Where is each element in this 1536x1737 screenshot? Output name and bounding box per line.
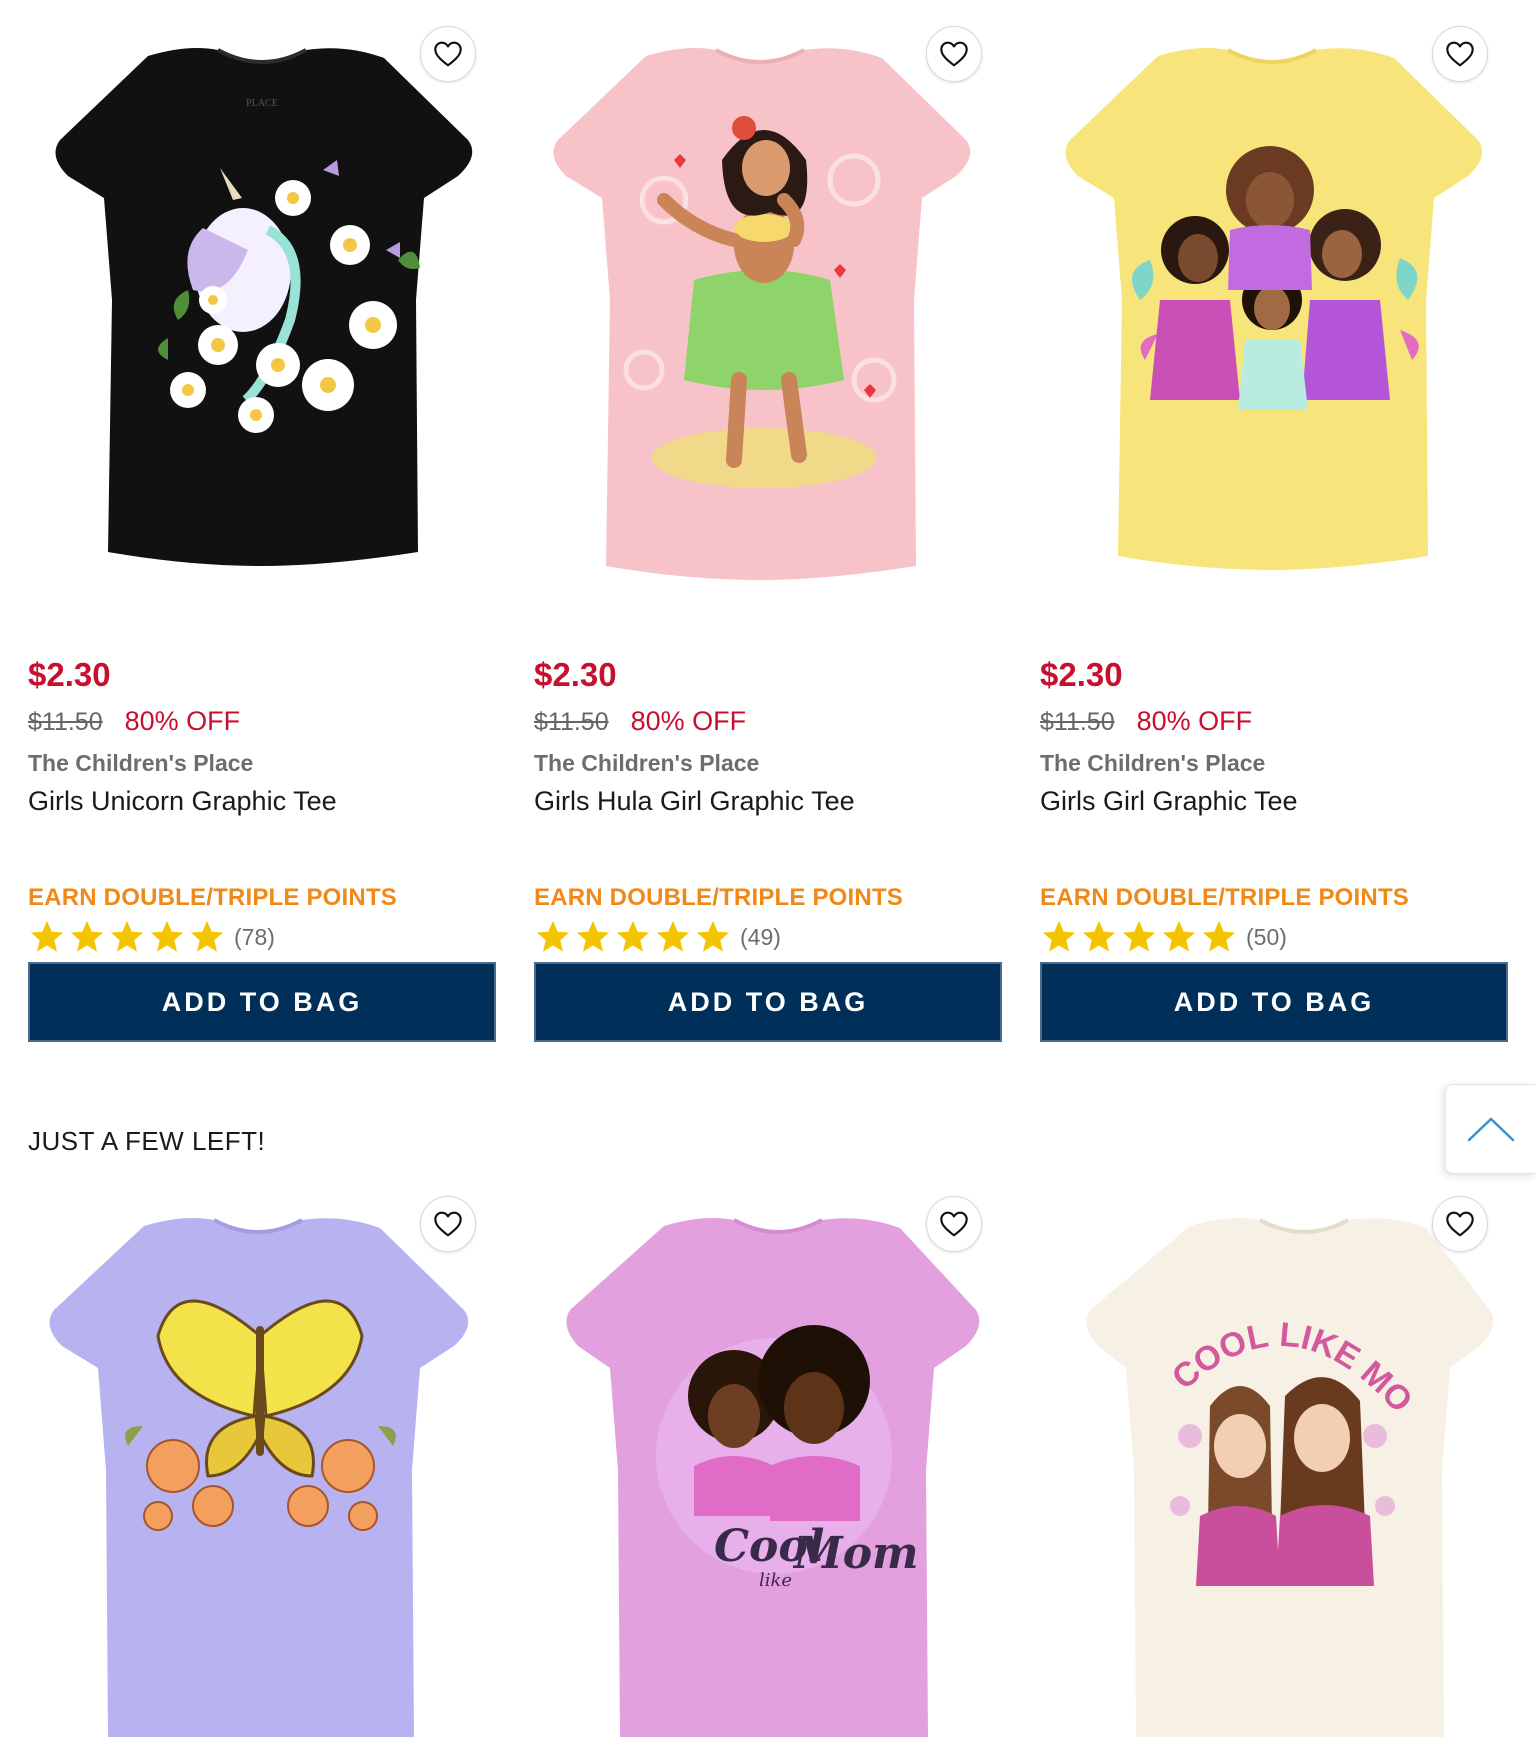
star-icon: [1200, 918, 1238, 956]
price-line: $11.50 80% OFF: [1040, 706, 1252, 737]
wishlist-button[interactable]: [926, 1196, 982, 1252]
star-icon: [188, 918, 226, 956]
original-price: $11.50: [1040, 708, 1115, 736]
star-icon: [1120, 918, 1158, 956]
wishlist-button[interactable]: [420, 1196, 476, 1252]
star-icon: [108, 918, 146, 956]
brand-name: The Children's Place: [28, 750, 254, 776]
product-card[interactable]: $2.30 $11.50 80% OFF The Children's Place…: [1040, 0, 1508, 1042]
star-icon: [654, 918, 692, 956]
price-line: $11.50 80% OFF: [534, 706, 746, 737]
review-count: (50): [1246, 923, 1287, 950]
product-card[interactable]: COOL LIKE MOM: [1040, 1176, 1508, 1737]
product-image[interactable]: COOL LIKE MOM: [1040, 1176, 1508, 1737]
print-text-like: like: [759, 1570, 792, 1591]
star-icon: [148, 918, 186, 956]
sale-price: $2.30: [28, 656, 111, 693]
section-heading: JUST A FEW LEFT!: [28, 1126, 266, 1156]
star-rating: [534, 918, 734, 956]
original-price: $11.50: [534, 708, 609, 736]
promo-text: EARN DOUBLE/TRIPLE POINTS: [534, 884, 904, 911]
heart-outline-icon: [432, 1208, 464, 1240]
girls-group-tee-image: [1065, 48, 1483, 570]
promo-text: EARN DOUBLE/TRIPLE POINTS: [28, 884, 398, 911]
star-icon: [694, 918, 732, 956]
chevron-up-icon: [1467, 1117, 1515, 1142]
heart-outline-icon: [1444, 38, 1476, 70]
product-image[interactable]: [28, 1176, 496, 1737]
discount-label: 80% OFF: [630, 706, 747, 736]
price-line: $11.50 80% OFF: [28, 706, 240, 737]
product-name[interactable]: Girls Unicorn Graphic Tee: [28, 786, 337, 817]
wishlist-button[interactable]: [1432, 1196, 1488, 1252]
add-to-bag-button[interactable]: ADD TO BAG: [534, 962, 1002, 1042]
product-image[interactable]: [1040, 0, 1508, 610]
unicorn-tee-image: PLACE: [55, 48, 473, 566]
star-icon: [534, 918, 572, 956]
original-price: $11.50: [28, 708, 103, 736]
svg-text:PLACE: PLACE: [246, 98, 278, 109]
product-card[interactable]: $2.30 $11.50 80% OFF The Children's Place…: [534, 0, 1002, 1042]
heart-outline-icon: [1444, 1208, 1476, 1240]
wishlist-button[interactable]: [926, 26, 982, 82]
product-image[interactable]: Cool like Mom: [534, 1176, 1002, 1737]
review-count: (49): [740, 923, 781, 950]
sale-price: $2.30: [534, 656, 617, 693]
cool-like-mom-duo-tee-image: COOL LIKE MOM: [1040, 1176, 1494, 1737]
star-icon: [68, 918, 106, 956]
rating[interactable]: (50): [1040, 918, 1287, 956]
review-count: (78): [234, 923, 275, 950]
promo-text: EARN DOUBLE/TRIPLE POINTS: [1040, 884, 1410, 911]
print-text-mom: Mom: [792, 1528, 919, 1579]
product-card[interactable]: [28, 1176, 496, 1737]
product-image[interactable]: PLACE: [28, 0, 496, 610]
heart-outline-icon: [938, 1208, 970, 1240]
star-icon: [1080, 918, 1118, 956]
star-rating: [28, 918, 228, 956]
discount-label: 80% OFF: [124, 706, 241, 736]
star-icon: [574, 918, 612, 956]
star-rating: [1040, 918, 1240, 956]
product-name[interactable]: Girls Girl Graphic Tee: [1040, 786, 1298, 817]
hula-girl-tee-image: [553, 48, 971, 580]
brand-name: The Children's Place: [534, 750, 760, 776]
star-icon: [1040, 918, 1078, 956]
star-icon: [614, 918, 652, 956]
butterfly-tee-image: [49, 1218, 469, 1737]
wishlist-button[interactable]: [420, 26, 476, 82]
add-to-bag-button[interactable]: ADD TO BAG: [28, 962, 496, 1042]
cool-like-mom-tee-image: Cool like Mom: [566, 1218, 980, 1737]
discount-label: 80% OFF: [1136, 706, 1253, 736]
rating[interactable]: (49): [534, 918, 781, 956]
rating[interactable]: (78): [28, 918, 275, 956]
brand-name: The Children's Place: [1040, 750, 1266, 776]
product-name[interactable]: Girls Hula Girl Graphic Tee: [534, 786, 855, 817]
product-image[interactable]: [534, 0, 1002, 610]
star-icon: [28, 918, 66, 956]
sale-price: $2.30: [1040, 656, 1123, 693]
back-to-top-button[interactable]: [1445, 1084, 1536, 1174]
add-to-bag-button[interactable]: ADD TO BAG: [1040, 962, 1508, 1042]
star-icon: [1160, 918, 1198, 956]
product-card[interactable]: PLACE $2.30 $11.50 80% OFF The Children'…: [28, 0, 496, 1042]
heart-outline-icon: [938, 38, 970, 70]
product-card[interactable]: Cool like Mom: [534, 1176, 1002, 1737]
wishlist-button[interactable]: [1432, 26, 1488, 82]
heart-outline-icon: [432, 38, 464, 70]
